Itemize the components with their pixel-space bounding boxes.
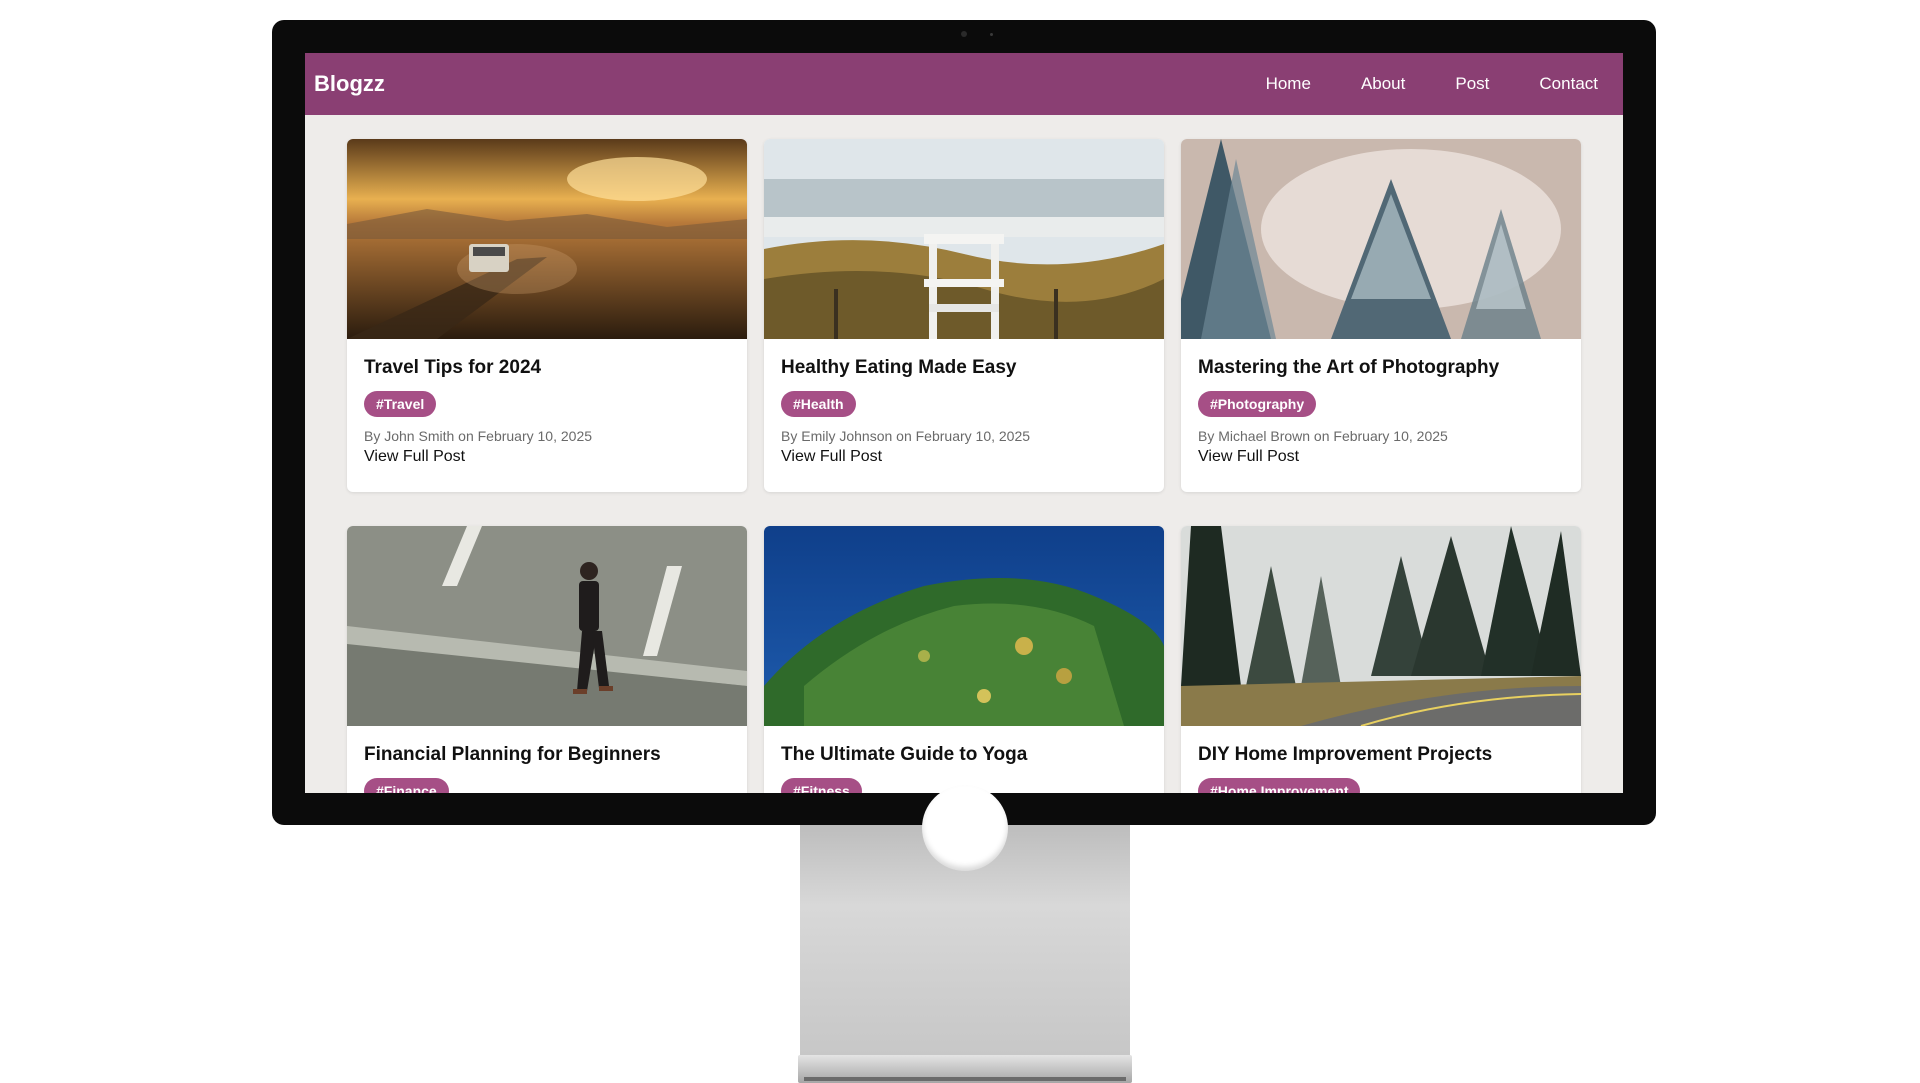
view-full-post-link[interactable]: View Full Post [781, 448, 1147, 466]
brand-logo[interactable]: Blogzz [314, 71, 385, 97]
browser-screen: Blogzz Home About Post Contact Travel Ti… [305, 53, 1623, 793]
post-tag[interactable]: #Fitness [781, 778, 862, 793]
post-image-desert[interactable] [347, 139, 747, 339]
sensor-dot [990, 33, 993, 36]
post-image-forest-road[interactable] [1181, 526, 1581, 726]
view-full-post-link[interactable]: View Full Post [1198, 448, 1564, 466]
post-title[interactable]: Financial Planning for Beginners [364, 744, 730, 766]
camera-dot [961, 31, 967, 37]
post-card[interactable]: The Ultimate Guide to Yoga #Fitness [764, 526, 1164, 793]
navbar: Blogzz Home About Post Contact [305, 53, 1623, 115]
post-image-beach[interactable] [764, 139, 1164, 339]
monitor-stand-base [798, 1055, 1132, 1083]
post-meta: By Emily Johnson on February 10, 2025 [781, 428, 1031, 444]
monitor-frame: Blogzz Home About Post Contact Travel Ti… [272, 20, 1656, 825]
post-grid: Travel Tips for 2024 #Travel By John Smi… [347, 139, 1581, 793]
nav-home[interactable]: Home [1266, 74, 1311, 94]
post-tag[interactable]: #Health [781, 391, 856, 417]
post-tag[interactable]: #Photography [1198, 391, 1317, 417]
post-card[interactable]: DIY Home Improvement Projects #Home Impr… [1181, 526, 1581, 793]
post-card[interactable]: Healthy Eating Made Easy #Health By Emil… [764, 139, 1164, 492]
card-body: Mastering the Art of Photography #Photog… [1181, 339, 1581, 482]
post-tag[interactable]: #Finance [364, 778, 449, 793]
view-full-post-link[interactable]: View Full Post [364, 448, 730, 466]
post-meta: By John Smith on February 10, 2025 [364, 428, 593, 444]
post-title[interactable]: DIY Home Improvement Projects [1198, 744, 1564, 766]
post-card[interactable]: Financial Planning for Beginners #Financ… [347, 526, 747, 793]
post-image-man-walking[interactable] [347, 526, 747, 726]
post-tag[interactable]: #Home Improvement [1198, 778, 1361, 793]
post-tag[interactable]: #Travel [364, 391, 437, 417]
post-image-island[interactable] [764, 526, 1164, 726]
post-title[interactable]: Mastering the Art of Photography [1198, 357, 1564, 379]
card-body: Financial Planning for Beginners #Financ… [347, 726, 747, 793]
post-title[interactable]: Healthy Eating Made Easy [781, 357, 1147, 379]
post-title[interactable]: Travel Tips for 2024 [364, 357, 730, 379]
nav-contact[interactable]: Contact [1539, 74, 1598, 94]
post-card[interactable]: Mastering the Art of Photography #Photog… [1181, 139, 1581, 492]
post-card[interactable]: Travel Tips for 2024 #Travel By John Smi… [347, 139, 747, 492]
card-body: The Ultimate Guide to Yoga #Fitness [764, 726, 1164, 793]
card-body: DIY Home Improvement Projects #Home Impr… [1181, 726, 1581, 793]
card-body: Healthy Eating Made Easy #Health By Emil… [764, 339, 1164, 482]
nav-links: Home About Post Contact [1216, 74, 1598, 94]
post-meta: By Michael Brown on February 10, 2025 [1198, 428, 1448, 444]
post-image-snowy-trees[interactable] [1181, 139, 1581, 339]
card-body: Travel Tips for 2024 #Travel By John Smi… [347, 339, 747, 482]
stand-hole [922, 785, 1008, 871]
post-title[interactable]: The Ultimate Guide to Yoga [781, 744, 1147, 766]
monitor-stand [800, 785, 1130, 1055]
nav-post[interactable]: Post [1455, 74, 1489, 94]
nav-about[interactable]: About [1361, 74, 1405, 94]
